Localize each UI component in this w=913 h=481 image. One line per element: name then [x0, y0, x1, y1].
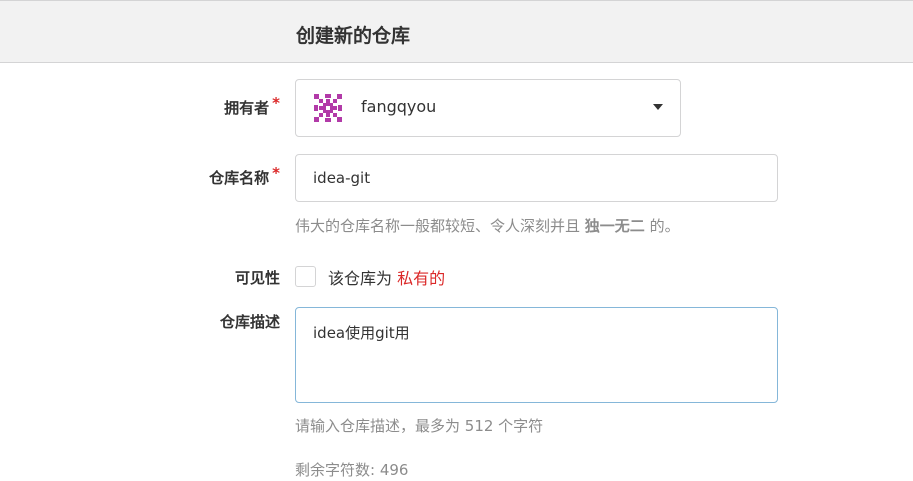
owner-dropdown[interactable]: fangqyou [295, 79, 681, 137]
description-textarea[interactable]: idea使用git用 [295, 307, 778, 403]
repo-name-label-text: 仓库名称 [209, 169, 270, 187]
visibility-label: 可见性 [234, 269, 280, 287]
repo-name-help-bold: 独一无二 [584, 217, 645, 235]
repo-name-help-prefix: 伟大的仓库名称一般都较短、令人深刻并且 [295, 217, 585, 235]
private-checkbox[interactable] [295, 266, 316, 287]
owner-label-text: 拥有者 [224, 99, 270, 117]
chevron-down-icon[interactable] [653, 104, 663, 110]
owner-label: 拥有者 * [0, 94, 280, 118]
form-header: 创建新的仓库 [0, 0, 913, 63]
owner-selected-value: fangqyou [361, 97, 437, 116]
repo-name-help-suffix: 的。 [644, 217, 680, 235]
owner-avatar-icon [314, 94, 342, 122]
private-checkbox-label[interactable]: 该仓库为 私有的 [328, 265, 445, 289]
page-title: 创建新的仓库 [296, 25, 411, 47]
description-help: 请输入仓库描述，最多为 512 个字符 [295, 417, 544, 435]
description-label: 仓库描述 [219, 313, 280, 331]
required-mark: * [272, 164, 280, 182]
required-mark: * [272, 94, 280, 112]
remaining-chars: 剩余字符数: 496 [295, 461, 409, 479]
repo-name-input[interactable] [295, 154, 778, 202]
repo-name-label: 仓库名称 * [0, 164, 280, 188]
private-text: 私有的 [397, 269, 446, 288]
checkbox-text: 该仓库为 [328, 269, 398, 288]
repo-name-help: 伟大的仓库名称一般都较短、令人深刻并且 独一无二 的。 [295, 215, 680, 236]
